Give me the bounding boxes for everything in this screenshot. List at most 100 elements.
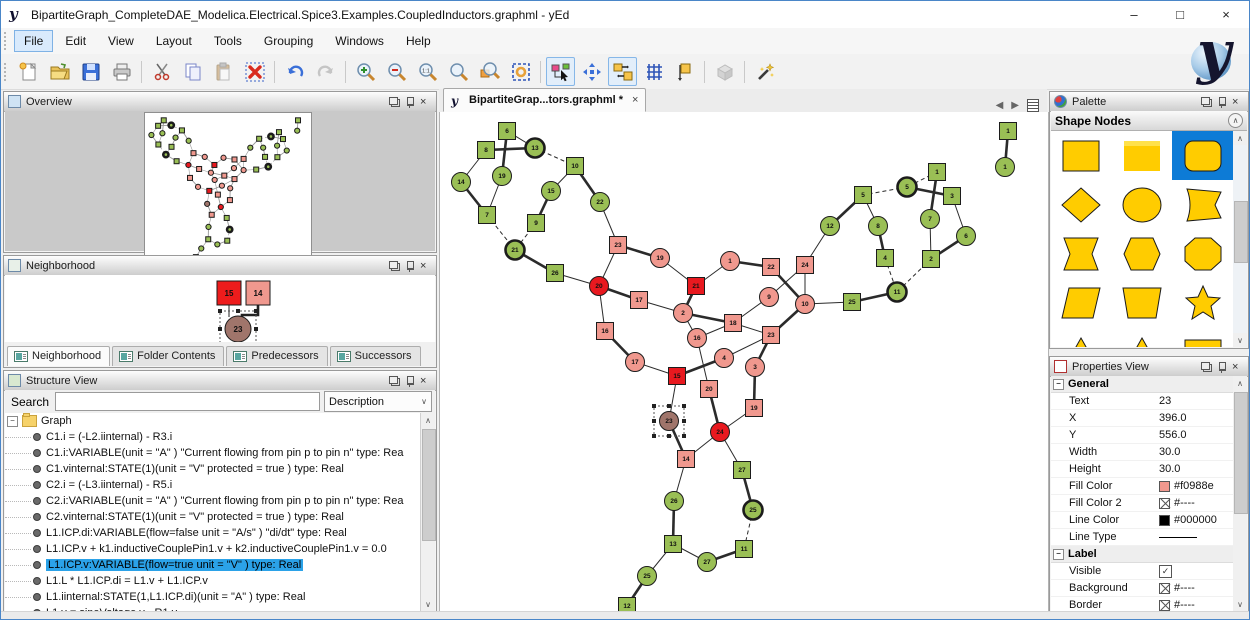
tree-expander-icon[interactable]: − [7,416,18,427]
property-row-line-color[interactable]: Line Color#000000 [1051,512,1233,529]
no-color-swatch[interactable] [1159,583,1170,594]
palette-shape-fat-arrow[interactable] [1172,180,1233,229]
palette-section-header[interactable]: Shape Nodes ∧ [1051,111,1247,131]
palette-shape-triangle[interactable] [1051,327,1112,347]
scrollbar-thumb[interactable] [1234,201,1248,263]
no-color-swatch[interactable] [1159,498,1170,509]
scroll-up-icon[interactable]: ∧ [1233,131,1247,145]
palette-shape-round-rectangle[interactable] [1172,131,1233,180]
color-swatch[interactable] [1159,515,1170,526]
no-color-swatch[interactable] [1159,600,1170,611]
tree-item[interactable]: L1.ICP.di:VARIABLE(flow=false unit = "A/… [5,525,420,541]
zoom-in-button[interactable] [351,57,380,86]
collapse-section-icon[interactable]: ∧ [1228,113,1243,128]
tree-item[interactable]: C1.i:VARIABLE(unit = "A" ) "Current flow… [5,445,420,461]
scroll-down-icon[interactable]: ∨ [1233,597,1247,611]
float-icon[interactable] [390,97,400,107]
zoom-button[interactable] [444,57,473,86]
float-icon[interactable] [390,376,400,386]
label-flag-button[interactable] [670,57,699,86]
tree-root-row[interactable]: −Graph [5,413,420,429]
tree-item[interactable]: L1.ICP.v + k1.inductiveCouplePin1.v + k2… [5,541,420,557]
zoom-1-1-button[interactable]: 1:1 [413,57,442,86]
property-row-width[interactable]: Width30.0 [1051,444,1233,461]
property-row-text[interactable]: Text23 [1051,393,1233,410]
palette-shape-triangle-2[interactable] [1112,327,1173,347]
palette-shape-diamond[interactable] [1051,180,1112,229]
scrollbar-thumb[interactable] [422,429,436,541]
structure-panel-header[interactable]: Structure View × [4,371,436,391]
cube-button[interactable] [710,57,739,86]
menu-edit[interactable]: Edit [55,30,96,52]
cut-button[interactable] [147,57,176,86]
close-icon[interactable]: × [420,261,430,271]
palette-shape-octagon[interactable] [1172,229,1233,278]
palette-shape-ellipse[interactable] [1112,180,1173,229]
magic-wand-button[interactable] [750,57,779,86]
tab-neighborhood[interactable]: Neighborhood [7,346,110,366]
visible-checkbox[interactable]: ✓ [1159,565,1172,578]
tree-item[interactable]: C2.i = (-L3.iinternal) - R5.i [5,477,420,493]
menu-layout[interactable]: Layout [146,30,202,52]
palette-shape-concave-hex[interactable] [1051,229,1112,278]
search-input[interactable] [55,392,320,411]
prev-tab-icon[interactable]: ◀ [996,100,1004,111]
edit-mode-button[interactable] [546,57,575,86]
property-row-x[interactable]: X396.0 [1051,410,1233,427]
tree-item[interactable]: L1.iinternal:STATE(1,L1.ICP.di)(unit = "… [5,589,420,605]
palette-shape-parallelogram[interactable] [1051,278,1112,327]
print-button[interactable] [107,57,136,86]
open-button[interactable] [45,57,74,86]
group-expander-icon[interactable]: − [1053,549,1064,560]
menu-tools[interactable]: Tools [204,30,252,52]
save-button[interactable] [76,57,105,86]
pin-icon[interactable] [405,376,415,386]
close-icon[interactable]: × [420,97,430,107]
copy-button[interactable] [178,57,207,86]
minimize-button[interactable]: – [1111,1,1157,28]
line-type-swatch[interactable] [1159,537,1197,538]
close-icon[interactable]: × [1232,97,1242,107]
property-group-general[interactable]: −General [1051,376,1233,393]
neighborhood-panel-header[interactable]: Neighborhood × [4,256,436,276]
float-icon[interactable] [1202,97,1212,107]
property-row-line-type[interactable]: Line Type [1051,529,1233,546]
group-expander-icon[interactable]: − [1053,379,1064,390]
float-icon[interactable] [390,261,400,271]
palette-shape-hexagon[interactable] [1112,229,1173,278]
tree-item[interactable]: C1.i = (-L2.iinternal) - R3.i [5,429,420,445]
pin-icon[interactable] [405,261,415,271]
delete-button[interactable] [240,57,269,86]
tab-successors[interactable]: Successors [330,346,421,366]
redo-button[interactable] [311,57,340,86]
color-swatch[interactable] [1159,481,1170,492]
menu-help[interactable]: Help [396,30,441,52]
close-icon[interactable]: × [1232,362,1242,372]
pin-icon[interactable] [1217,362,1227,372]
properties-panel-header[interactable]: Properties View × [1050,357,1248,377]
tree-item[interactable]: C2.vinternal:STATE(1)(unit = "V" protect… [5,509,420,525]
graph-canvas[interactable]: 6813101419152279212611155371286422511272… [439,112,1049,613]
palette-shape-star-5[interactable] [1172,278,1233,327]
menu-windows[interactable]: Windows [325,30,394,52]
menu-file[interactable]: File [14,30,53,52]
paste-button[interactable] [209,57,238,86]
tab-list-icon[interactable] [1027,99,1039,112]
properties-scrollbar[interactable]: ∧ ∨ [1233,376,1247,611]
structure-scrollbar[interactable]: ∧ ∨ [421,413,435,611]
property-row-y[interactable]: Y556.0 [1051,427,1233,444]
grid-button[interactable] [639,57,668,86]
menu-view[interactable]: View [98,30,144,52]
menu-grouping[interactable]: Grouping [254,30,323,52]
tab-predecessors[interactable]: Predecessors [226,346,327,366]
tab-folder-contents[interactable]: Folder Contents [112,346,224,366]
next-tab-icon[interactable]: ▶ [1011,100,1019,111]
property-row-border[interactable]: Border#---- [1051,597,1233,611]
palette-shape-trapezoid[interactable] [1112,278,1173,327]
palette-shape-rectangle-plain[interactable] [1112,131,1173,180]
pin-icon[interactable] [405,97,415,107]
snap-lines-button[interactable] [608,57,637,86]
scroll-down-icon[interactable]: ∨ [1233,333,1247,347]
undo-button[interactable] [280,57,309,86]
palette-shape-rectangle-3[interactable] [1172,327,1233,347]
